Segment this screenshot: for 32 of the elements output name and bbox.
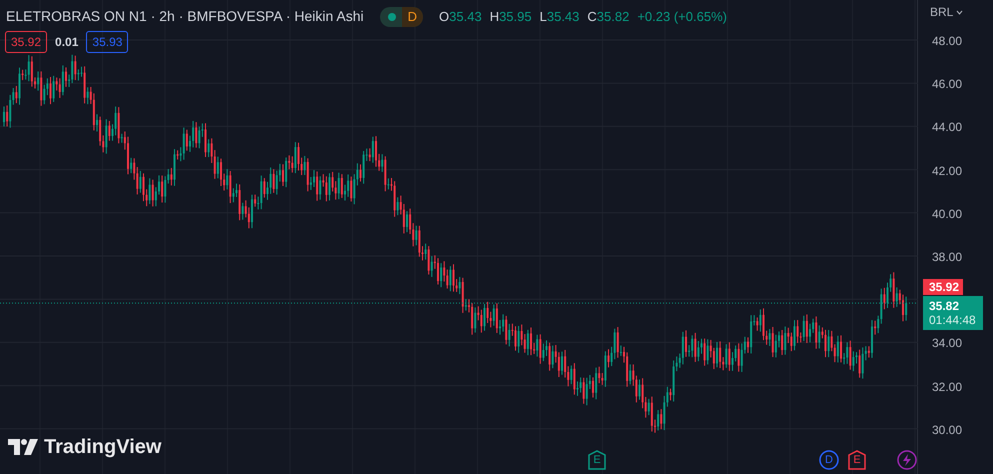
lightning-icon <box>902 454 912 466</box>
event-marker[interactable]: E <box>847 450 867 470</box>
event-marker[interactable] <box>897 450 917 470</box>
currency-button[interactable]: BRL <box>930 3 964 21</box>
ohlc-value: L35.43 <box>540 8 580 26</box>
axis-label: 48.00 <box>932 33 962 50</box>
buy-button[interactable]: 35.93 <box>86 31 128 53</box>
logo-icon <box>8 439 38 455</box>
ohlc-value: H35.95 <box>490 8 532 26</box>
status-dot-icon <box>388 12 396 20</box>
caret-icon <box>956 10 964 14</box>
event-marker[interactable]: E <box>587 450 607 470</box>
chart-title: ELETROBRAS ON N1 · 2h · BMFBOVESPA · Heikin Ashi <box>6 7 364 26</box>
axis-label: 30.00 <box>932 422 962 439</box>
axis-label: 38.00 <box>932 249 962 266</box>
countdown-timer: 01:44:48 <box>929 313 977 328</box>
interval-badge: D <box>402 6 424 26</box>
last-price: 35.82 <box>929 299 960 314</box>
change-value: +0.23 (+0.65%) <box>637 8 727 26</box>
event-marker[interactable]: D <box>819 450 839 470</box>
sell-button[interactable]: 35.92 <box>5 31 48 53</box>
axis-label: 32.00 <box>932 378 962 396</box>
bid-price-label: 35.92 <box>923 279 963 296</box>
axis-label: 42.00 <box>932 162 962 180</box>
axis-label: 34.00 <box>932 335 962 352</box>
axis-label: 44.00 <box>932 119 962 136</box>
axis-label: 46.00 <box>932 76 962 94</box>
logo-text: TradingView <box>44 435 162 460</box>
spread-value: 0.01 <box>55 34 78 51</box>
ohlc-value: O35.43 <box>439 8 482 26</box>
ohlc-value: C35.82 <box>587 8 630 26</box>
axis-label: 40.00 <box>932 206 962 223</box>
